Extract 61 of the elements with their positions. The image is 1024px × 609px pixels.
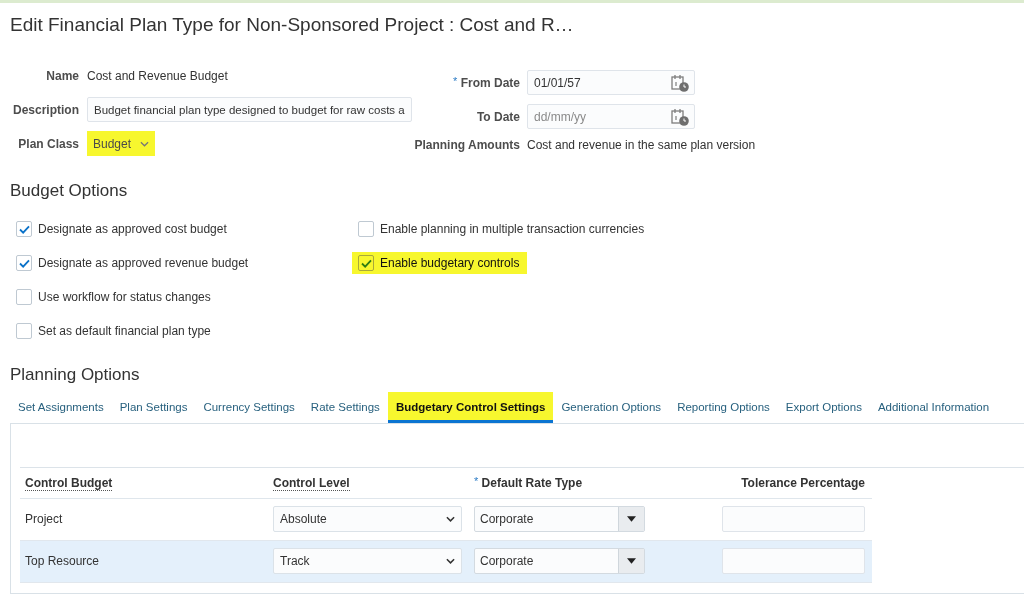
check-icon [18, 224, 30, 234]
chevron-down-icon [446, 516, 455, 522]
column-header: * Default Rate Type [474, 475, 583, 490]
field-label: To Date [476, 109, 520, 124]
tab[interactable]: Export Options [777, 392, 870, 423]
table-cell: Project [25, 512, 63, 526]
chevron-down-icon [140, 140, 150, 147]
checkbox[interactable] [16, 221, 32, 237]
column-header: Control Level [273, 475, 350, 491]
checkbox[interactable] [16, 289, 32, 305]
dropdown-button[interactable] [618, 549, 644, 573]
checkbox[interactable] [16, 323, 32, 339]
checkbox-label: Designate as approved revenue budget [38, 256, 250, 270]
column-header: Tolerance Percentage [741, 475, 865, 490]
check-icon [360, 258, 372, 268]
section-heading: Planning Options [10, 364, 140, 386]
tab[interactable]: Additional Information [869, 392, 998, 423]
field-value: Cost and Revenue Budget [87, 68, 228, 83]
checkbox-label: Set as default financial plan type [38, 324, 212, 338]
chevron-down-icon [446, 558, 455, 564]
section-heading: Budget Options [10, 180, 128, 202]
tab[interactable]: Rate Settings [302, 392, 388, 423]
checkbox-label: Enable planning in multiple transaction currencies [380, 222, 646, 236]
checkbox-label: Enable budgetary controls [380, 256, 528, 270]
checkbox[interactable] [16, 255, 32, 271]
select-field[interactable]: Track [273, 548, 462, 574]
input-field[interactable] [722, 548, 865, 574]
input-field[interactable]: Budget financial plan type designed to budget for raw costs a [87, 97, 412, 122]
calendar-icon[interactable] [671, 73, 689, 92]
checkbox[interactable] [358, 221, 374, 237]
checkbox[interactable] [358, 255, 374, 271]
field-label: Description [13, 102, 79, 117]
field-value: Cost and revenue in the same plan version [527, 138, 756, 152]
dropdown-button[interactable] [618, 507, 644, 531]
checkbox-label: Designate as approved cost budget [38, 222, 228, 236]
column-header: Control Budget [25, 475, 113, 491]
table-cell: Top Resource [25, 554, 100, 568]
checkbox-label: Use workflow for status changes [38, 290, 212, 304]
input-field[interactable] [722, 506, 865, 532]
tab[interactable]: Generation Options [553, 392, 670, 423]
caret-down-icon [627, 516, 636, 522]
combo-box[interactable]: Corporate [474, 548, 645, 574]
table-row[interactable]: Project Absolute Corporate [20, 498, 872, 540]
date-field[interactable]: 01/01/57 [527, 70, 695, 95]
tab[interactable]: Set Assignments [10, 392, 112, 423]
combo-box[interactable]: Corporate [474, 506, 645, 532]
field-label: Planning Amounts [414, 138, 520, 152]
calendar-icon[interactable] [671, 107, 689, 126]
select-field[interactable]: Absolute [273, 506, 462, 532]
tab[interactable]: Reporting Options [669, 392, 778, 423]
caret-down-icon [627, 558, 636, 564]
field-label: Name [46, 68, 79, 83]
date-field[interactable]: dd/mm/yy [527, 104, 695, 129]
tab[interactable]: Currency Settings [195, 392, 303, 423]
page-title: Edit Financial Plan Type for Non-Sponsored Project : Cost and R… [10, 13, 574, 37]
tab[interactable]: Budgetary Control Settings [387, 392, 554, 423]
field-label: * From Date [453, 75, 520, 90]
table-row[interactable]: Top Resource Track Corporate [20, 540, 872, 582]
tab[interactable]: Plan Settings [111, 392, 196, 423]
field-label: Plan Class [18, 136, 79, 151]
check-icon [18, 258, 30, 268]
